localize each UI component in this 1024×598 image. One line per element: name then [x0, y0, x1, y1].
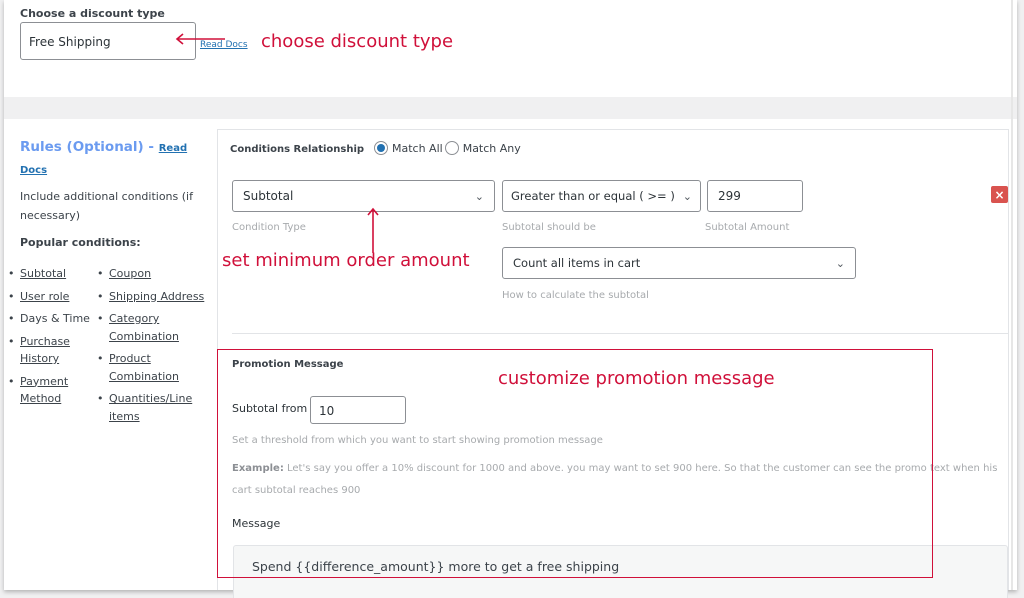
- popular-conditions-list-a: Subtotal User role Days & Time Purchase …: [8, 265, 98, 413]
- condition-link-category-combination[interactable]: Category Combination: [109, 312, 179, 343]
- list-item[interactable]: Subtotal: [8, 265, 98, 283]
- discount-type-select[interactable]: Free Shipping: [20, 22, 196, 60]
- subtotal-from-input[interactable]: 10: [310, 396, 406, 424]
- condition-link-product-combination[interactable]: Product Combination: [109, 352, 179, 383]
- subtotal-amount-hint: Subtotal Amount: [705, 222, 790, 233]
- condition-link-coupon[interactable]: Coupon: [109, 267, 151, 280]
- promotion-message-title: Promotion Message: [232, 359, 344, 370]
- list-item[interactable]: Product Combination: [97, 350, 207, 385]
- condition-type-hint: Condition Type: [232, 222, 306, 233]
- rules-title-text: Rules (Optional) -: [20, 139, 159, 155]
- condition-type-select[interactable]: Subtotal ⌄: [232, 180, 495, 212]
- condition-link-purchase-history[interactable]: Purchase History: [20, 335, 70, 366]
- condition-link-quantities-line-items[interactable]: Quantities/Line items: [109, 392, 192, 423]
- page: Choose a discount type Free Shipping Rea…: [4, 0, 1017, 598]
- match-all-label[interactable]: Match All: [392, 142, 443, 155]
- message-textarea[interactable]: Spend {{difference_amount}} more to get …: [233, 545, 1008, 598]
- annotation-customize-promotion: customize promotion message: [498, 368, 775, 389]
- threshold-hint: Set a threshold from which you want to s…: [232, 435, 603, 446]
- operator-hint: Subtotal should be: [502, 222, 596, 233]
- discount-type-label: Choose a discount type: [20, 7, 165, 20]
- annotation-arrow-up-icon: [367, 207, 379, 253]
- annotation-set-minimum-order: set minimum order amount: [222, 250, 470, 271]
- subtotal-amount-value: 299: [718, 189, 741, 203]
- subtotal-calc-select[interactable]: Count all items in cart ⌄: [502, 247, 856, 279]
- list-item[interactable]: Purchase History: [8, 333, 98, 368]
- list-item: Days & Time: [8, 310, 98, 328]
- chevron-down-icon: ⌄: [835, 256, 845, 270]
- section-separator: [4, 97, 1017, 119]
- match-any-label[interactable]: Match Any: [463, 142, 521, 155]
- list-item[interactable]: Category Combination: [97, 310, 207, 345]
- list-item[interactable]: Coupon: [97, 265, 207, 283]
- conditions-panel: Conditions Relationship Match All Match …: [217, 129, 1012, 598]
- annotation-choose-discount-type: choose discount type: [261, 31, 454, 52]
- example-text: Example: Let's say you offer a 10% disco…: [232, 458, 1012, 502]
- match-any-radio[interactable]: [444, 141, 459, 155]
- condition-days-time: Days & Time: [20, 312, 90, 325]
- condition-link-payment-method[interactable]: Payment Method: [20, 375, 68, 406]
- close-icon: ×: [994, 187, 1005, 202]
- rules-description: Include additional conditions (if necess…: [20, 190, 193, 222]
- example-label: Example:: [232, 463, 284, 474]
- operator-value: Greater than or equal ( >= ): [511, 189, 675, 203]
- list-item[interactable]: Quantities/Line items: [97, 390, 207, 425]
- chevron-down-icon: ⌄: [682, 189, 692, 203]
- remove-condition-button[interactable]: ×: [991, 186, 1008, 203]
- subtotal-from-label: Subtotal from: [232, 402, 308, 415]
- condition-link-user-role[interactable]: User role: [20, 290, 69, 303]
- message-label: Message: [232, 517, 281, 530]
- conditions-relationship-radio-group: Match All Match Any: [374, 141, 523, 155]
- divider: [232, 333, 1008, 334]
- example-body: Let's say you offer a 10% discount for 1…: [232, 463, 998, 496]
- subtotal-calc-value: Count all items in cart: [513, 256, 641, 270]
- condition-link-subtotal[interactable]: Subtotal: [20, 267, 66, 280]
- discount-type-section: Choose a discount type Free Shipping Rea…: [4, 0, 1017, 97]
- list-item[interactable]: Payment Method: [8, 373, 98, 408]
- annotation-arrow-left-icon: [175, 33, 225, 45]
- list-item[interactable]: Shipping Address: [97, 288, 207, 306]
- condition-link-shipping-address[interactable]: Shipping Address: [109, 290, 204, 303]
- chevron-down-icon: ⌄: [474, 189, 484, 203]
- subtotal-amount-input[interactable]: 299: [707, 180, 803, 212]
- condition-type-value: Subtotal: [243, 189, 294, 203]
- list-item[interactable]: User role: [8, 288, 98, 306]
- operator-select[interactable]: Greater than or equal ( >= ) ⌄: [502, 180, 701, 212]
- popular-conditions-title: Popular conditions:: [20, 236, 141, 249]
- popular-conditions-list-b: Coupon Shipping Address Category Combina…: [97, 265, 207, 430]
- rules-sidebar: Rules (Optional) - Read Docs Include add…: [4, 119, 212, 590]
- match-all-radio[interactable]: [374, 141, 388, 155]
- subtotal-calc-hint: How to calculate the subtotal: [502, 290, 649, 301]
- rules-title: Rules (Optional) - Read Docs: [20, 137, 200, 181]
- conditions-relationship-label: Conditions Relationship: [230, 144, 365, 155]
